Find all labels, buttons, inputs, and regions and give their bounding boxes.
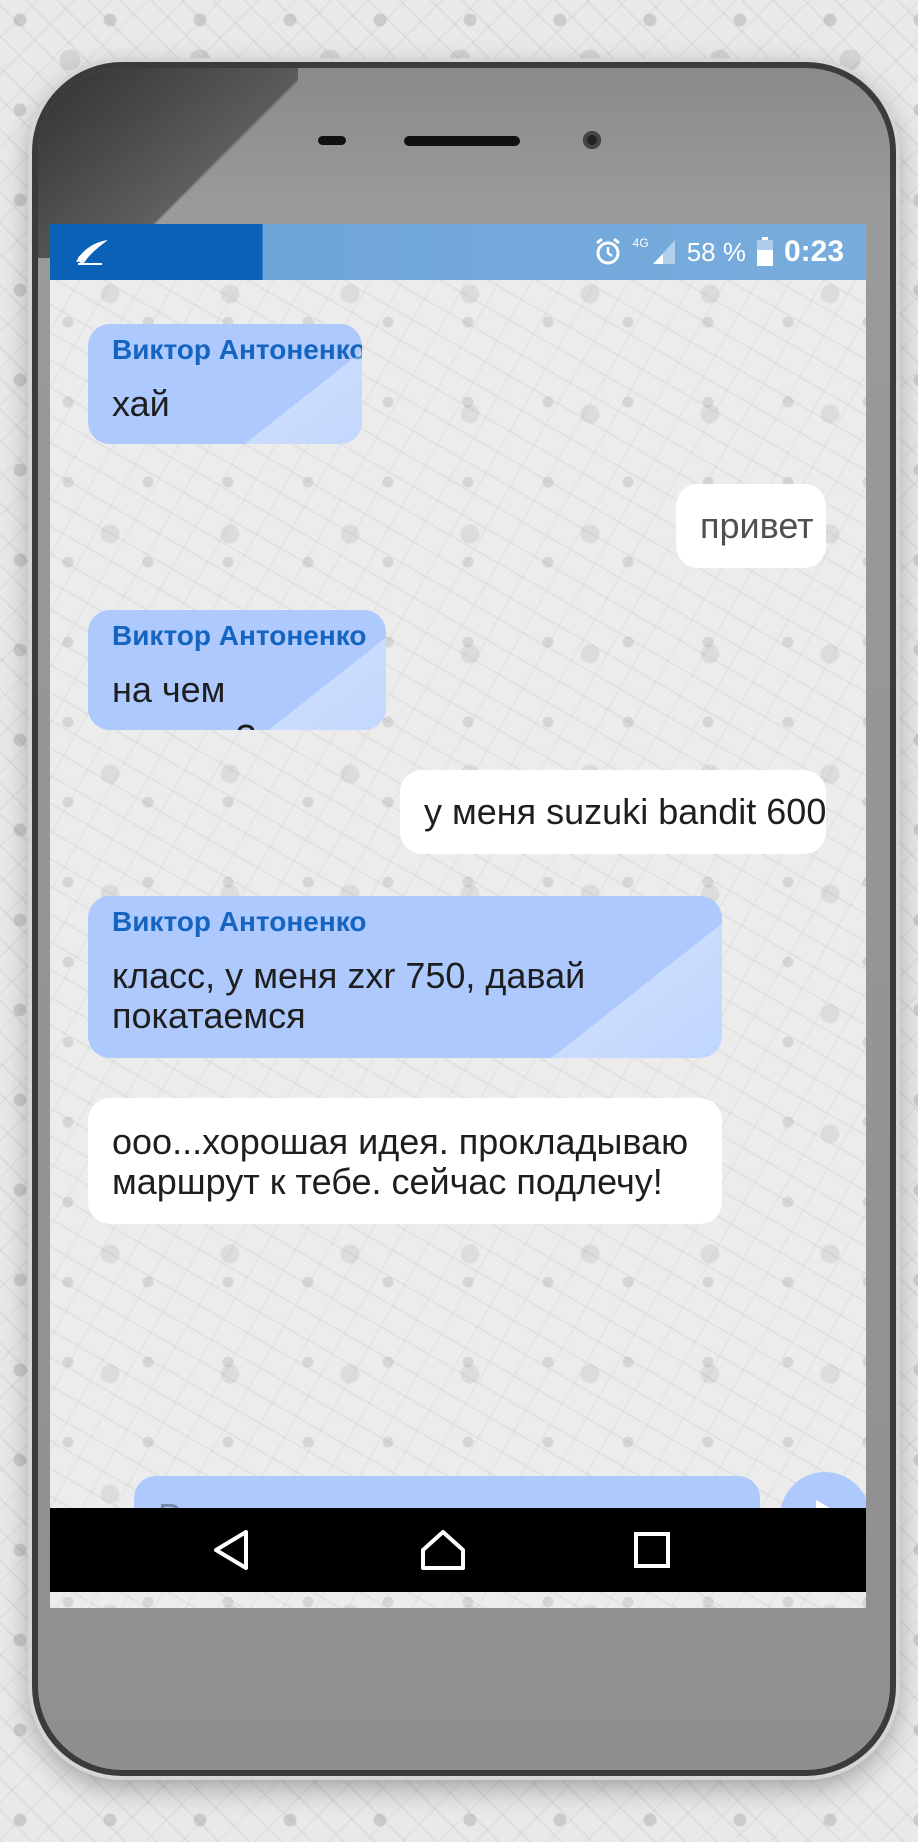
chat-area[interactable]: Виктор Антоненко хай привет Виктор Антон… <box>50 280 866 1524</box>
message-text: хай <box>112 383 170 424</box>
earpiece-speaker <box>404 136 520 146</box>
back-icon <box>214 1530 248 1570</box>
signal-icon <box>652 240 675 264</box>
home-icon <box>421 1530 465 1570</box>
battery-icon <box>756 237 773 266</box>
recents-button[interactable] <box>604 1508 700 1592</box>
message-text: у меня suzuki bandit 600 <box>424 791 827 832</box>
front-camera <box>583 131 601 149</box>
message-incoming[interactable]: Виктор Антоненко хай <box>88 324 362 444</box>
message-incoming[interactable]: Виктор Антоненко на чем ездишь? <box>88 610 386 730</box>
clock: 0:23 <box>783 235 844 268</box>
message-text-line: маршрут к тебе. сейчас подлечу! <box>112 1161 663 1202</box>
alarm-icon <box>595 237 620 265</box>
message-text: на чем ездишь? <box>112 669 256 730</box>
app-logo-icon <box>76 240 108 265</box>
status-bar: 4G 58 % 0:23 <box>50 224 866 280</box>
message-sender: Виктор Антоненко <box>112 334 362 365</box>
home-button[interactable] <box>395 1508 491 1592</box>
phone-frame: 4G 58 % 0:23 Виктор Антоненко хай привет… <box>32 62 896 1776</box>
navigation-bar <box>50 1508 866 1592</box>
message-outgoing[interactable]: привет <box>676 484 826 568</box>
message-outgoing[interactable]: ооо...хорошая идея. прокладываю маршрут … <box>88 1098 722 1224</box>
status-indicators: 4G 58 % 0:23 <box>593 224 844 280</box>
battery-percent: 58 % <box>686 236 746 267</box>
network-type: 4G <box>632 236 649 250</box>
back-button[interactable] <box>184 1508 280 1592</box>
recents-icon <box>634 1532 670 1568</box>
screen: 4G 58 % 0:23 Виктор Антоненко хай привет… <box>50 224 866 1608</box>
message-sender: Виктор Антоненко <box>112 906 367 937</box>
sensor-slot <box>318 136 346 145</box>
message-sender: Виктор Антоненко <box>112 620 367 651</box>
message-outgoing[interactable]: у меня suzuki bandit 600 <box>400 770 826 854</box>
message-incoming[interactable]: Виктор Антоненко класс, у меня zxr 750, … <box>88 896 722 1058</box>
message-text: привет <box>700 505 814 546</box>
